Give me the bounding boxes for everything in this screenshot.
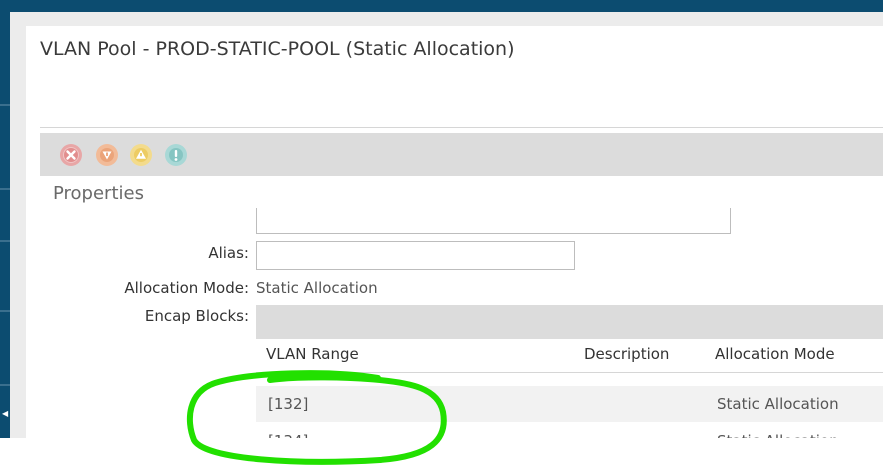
alias-label: Alias: bbox=[208, 244, 249, 262]
bottom-margin bbox=[0, 438, 883, 468]
top-bar bbox=[0, 0, 883, 12]
column-header-vlan-range[interactable]: VLAN Range bbox=[266, 345, 359, 363]
encap-blocks-label: Encap Blocks: bbox=[144, 307, 249, 325]
page-title: VLAN Pool - PROD-STATIC-POOL (Static All… bbox=[40, 38, 515, 60]
allocation-mode-cell: Static Allocation bbox=[717, 395, 839, 413]
allocation-mode-label: Allocation Mode: bbox=[124, 279, 249, 297]
properties-heading: Properties bbox=[53, 183, 144, 204]
vlan-range-cell: [132] bbox=[268, 395, 309, 413]
warning-fault-icon[interactable] bbox=[164, 143, 187, 166]
allocation-mode-value: Static Allocation bbox=[256, 279, 378, 297]
minor-fault-icon[interactable] bbox=[129, 143, 152, 166]
column-header-allocation-mode[interactable]: Allocation Mode bbox=[715, 345, 835, 363]
critical-fault-icon[interactable] bbox=[59, 143, 82, 166]
major-fault-icon[interactable] bbox=[95, 143, 118, 166]
table-row[interactable]: [132] Static Allocation bbox=[256, 386, 883, 422]
encap-blocks-toolbar bbox=[256, 305, 883, 339]
collapse-arrow-icon[interactable]: ◀ bbox=[2, 410, 8, 418]
divider bbox=[40, 127, 883, 128]
left-edge-panel: ◀ bbox=[0, 12, 10, 438]
table-header-divider bbox=[256, 372, 883, 373]
column-header-description[interactable]: Description bbox=[584, 345, 669, 363]
description-field[interactable] bbox=[256, 208, 731, 234]
alias-input[interactable] bbox=[256, 241, 575, 270]
